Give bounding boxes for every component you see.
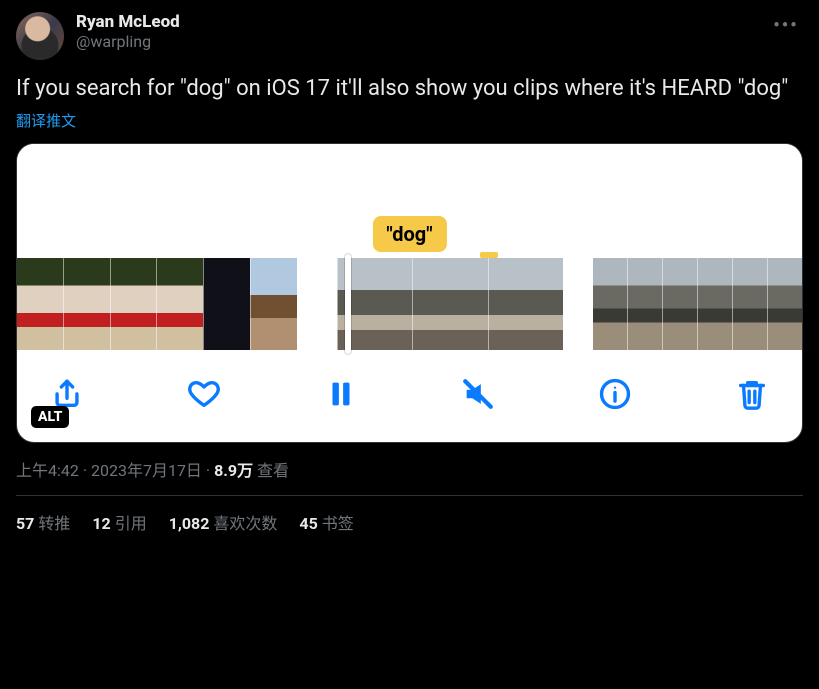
clip-group-3 (593, 258, 802, 350)
views-label: 查看 (253, 461, 289, 480)
timeline-frame (662, 258, 697, 350)
delete-button[interactable] (730, 372, 774, 416)
timeline-frame (593, 258, 627, 350)
timeline-frame (412, 258, 487, 350)
pause-icon (324, 377, 358, 411)
info-button[interactable] (593, 372, 637, 416)
tweet-header: Ryan McLeod @warpling ••• (16, 12, 803, 60)
clip-group-1 (17, 258, 297, 350)
timeline-frame (697, 258, 732, 350)
media-toolbar (17, 350, 802, 442)
alt-badge[interactable]: ALT (31, 406, 69, 428)
caption-bubble: "dog" (372, 216, 446, 252)
views-count: 8.9万 (214, 461, 253, 480)
timeline-frame (203, 258, 250, 350)
tweet-time[interactable]: 上午4:42 (16, 461, 79, 480)
video-timeline-strip[interactable] (17, 258, 802, 350)
info-icon (598, 377, 632, 411)
pause-button[interactable] (319, 372, 363, 416)
likes-stat[interactable]: 1,082喜欢次数 (169, 510, 278, 534)
timeline-frame (63, 258, 110, 350)
timeline-frame (250, 258, 297, 350)
author-handle: @warpling (76, 32, 757, 52)
media-attachment[interactable]: "dog" (16, 143, 803, 443)
more-options-button[interactable]: ••• (769, 8, 803, 42)
clip-group-2 (337, 258, 563, 350)
heart-icon (187, 377, 221, 411)
bookmarks-stat[interactable]: 45书签 (299, 510, 353, 534)
tweet-stats: 57转推 12引用 1,082喜欢次数 45书签 (16, 510, 803, 534)
author-display-name: Ryan McLeod (76, 12, 757, 32)
tweet-date[interactable]: 2023年7月17日 (91, 461, 202, 480)
timeline-frame (767, 258, 802, 350)
mute-icon (461, 377, 495, 411)
tweet-container: Ryan McLeod @warpling ••• If you search … (0, 0, 819, 542)
ellipsis-icon: ••• (773, 15, 798, 36)
avatar[interactable] (16, 12, 64, 60)
timeline-frame (627, 258, 662, 350)
retweets-stat[interactable]: 57转推 (16, 510, 70, 534)
timeline-frame (156, 258, 203, 350)
tweet-meta: 上午4:42 · 2023年7月17日 · 8.9万 查看 (16, 457, 803, 481)
timeline-frame (488, 258, 563, 350)
timeline-frame (17, 258, 63, 350)
timeline-frame (110, 258, 157, 350)
translate-link[interactable]: 翻译推文 (16, 110, 76, 131)
author-names[interactable]: Ryan McLeod @warpling (76, 12, 757, 52)
timeline-frame (732, 258, 767, 350)
trash-icon (735, 377, 769, 411)
like-button[interactable] (182, 372, 226, 416)
playhead-icon[interactable] (345, 254, 351, 354)
quotes-stat[interactable]: 12引用 (92, 510, 146, 534)
divider (16, 495, 803, 496)
mute-button[interactable] (456, 372, 500, 416)
tweet-text: If you search for "dog" on iOS 17 it'll … (16, 74, 803, 104)
media-preview-area: "dog" (17, 144, 802, 258)
